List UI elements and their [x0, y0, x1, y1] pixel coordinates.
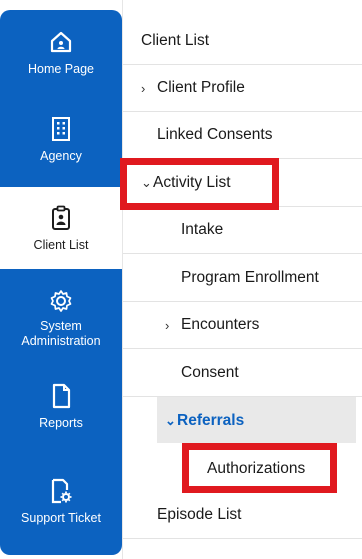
- sidebar-item-home-page[interactable]: Home Page: [0, 28, 122, 77]
- sidebar-background: [0, 10, 122, 555]
- sidebar-item-label: Home Page: [27, 62, 94, 76]
- menu-item-label: Linked Consents: [157, 126, 273, 143]
- sidebar-item-label: Client List: [33, 237, 89, 252]
- gear-icon: [48, 287, 74, 315]
- sidebar-item-label: System Administration: [21, 319, 101, 348]
- building-icon: [48, 115, 74, 143]
- client-submenu: Client List › Client Profile Linked Cons…: [123, 0, 362, 559]
- sidebar-item-label: Reports: [39, 416, 83, 430]
- chevron-right-icon: ›: [141, 80, 146, 96]
- sidebar-item-support-ticket[interactable]: Support Ticket: [0, 477, 122, 526]
- sidebar-item-system-administration[interactable]: System Administration: [0, 287, 122, 349]
- menu-item-label: Authorizations: [207, 459, 306, 477]
- menu-item-authorizations[interactable]: Authorizations: [123, 445, 362, 492]
- menu-item-linked-consents[interactable]: Linked Consents: [123, 112, 362, 159]
- menu-item-consent[interactable]: Consent: [123, 350, 362, 397]
- menu-item-label: Client Profile: [157, 79, 245, 96]
- menu-item-intake[interactable]: Intake: [123, 207, 362, 254]
- home-icon: [48, 28, 74, 56]
- chevron-right-icon: ›: [165, 317, 170, 333]
- sidebar-item-label: Agency: [40, 149, 82, 163]
- sidebar-item-reports[interactable]: Reports: [0, 382, 122, 431]
- menu-item-label: Referrals: [177, 411, 245, 429]
- sidebar-item-label: Support Ticket: [21, 511, 101, 525]
- document-icon: [48, 382, 74, 410]
- menu-item-client-profile[interactable]: › Client Profile: [123, 65, 362, 112]
- menu-item-label: Consent: [181, 364, 239, 381]
- menu-item-client-list[interactable]: Client List: [123, 18, 362, 65]
- sidebar: Home Page Agency Client List System Admi…: [0, 0, 122, 559]
- sidebar-item-agency[interactable]: Agency: [0, 115, 122, 164]
- menu-item-label: Episode List: [157, 506, 242, 523]
- menu-item-program-enrollment[interactable]: Program Enrollment: [123, 255, 362, 302]
- menu-item-label: Intake: [181, 221, 224, 238]
- ticket-gear-icon: [48, 477, 74, 505]
- clipboard-user-icon: [48, 204, 74, 232]
- menu-item-label: Encounters: [181, 316, 260, 333]
- menu-item-encounters[interactable]: › Encounters: [123, 302, 362, 349]
- sidebar-item-client-list[interactable]: Client List: [0, 187, 122, 269]
- menu-item-label: Client List: [141, 32, 210, 49]
- menu-item-referrals[interactable]: ⌄ Referrals: [123, 397, 362, 444]
- menu-item-label: Program Enrollment: [181, 269, 319, 286]
- menu-item-label: Activity List: [153, 174, 231, 191]
- menu-item-activity-list[interactable]: ⌄ Activity List: [123, 160, 362, 207]
- menu-item-episode-list[interactable]: Episode List: [123, 492, 362, 539]
